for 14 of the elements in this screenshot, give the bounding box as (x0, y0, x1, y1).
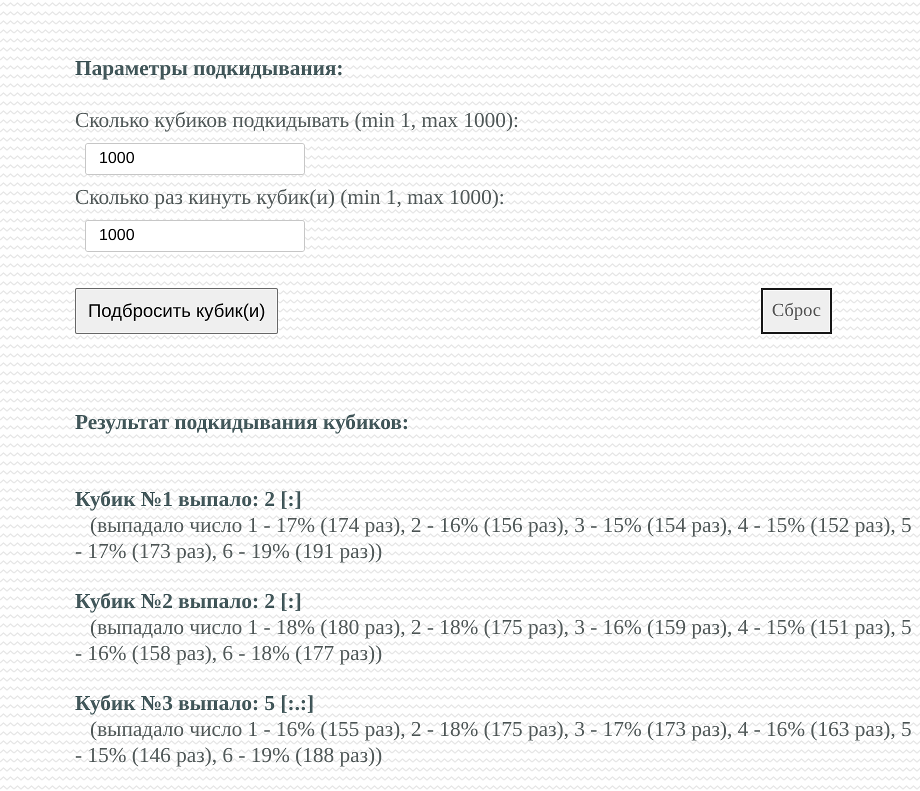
number-input[interactable]: 1000 (85, 220, 305, 252)
field-label: Сколько кубиков подкидывать (min 1, max 1000): (75, 107, 519, 133)
die-result-title: Кубик №2 выпало: 2 [:] (75, 588, 302, 614)
die-statistics-text: (выпадало число 1 - 18% (180 раз), 2 - 18% (175 раз), 3 - 16% (159 раз), 4 - 15% (151 раз), 5 - 16% (158 раз), 6 - 18% (177 раз)) (75, 614, 913, 666)
die-statistics-text: (выпадало число 1 - 17% (174 раз), 2 - 16% (156 раз), 3 - 15% (154 раз), 4 - 15% (152 раз), 5 - 17% (173 раз), 6 - 19% (191 раз)) (75, 512, 913, 564)
die-statistics-text: (выпадало число 1 - 16% (155 раз), 2 - 18% (175 раз), 3 - 17% (173 раз), 4 - 16% (163 раз), 5 - 15% (146 раз), 6 - 19% (188 раз)) (75, 716, 913, 768)
die-result-title: Кубик №3 выпало: 5 [:.:] (75, 690, 314, 716)
reset-button[interactable]: Сброс (760, 288, 832, 334)
die-result-title: Кубик №1 выпало: 2 [:] (75, 486, 302, 512)
throw-dice-button[interactable]: Подбросить кубик(и) (75, 288, 278, 334)
section-heading: Параметры подкидывания: (75, 55, 344, 81)
number-input[interactable]: 1000 (85, 143, 305, 175)
section-heading: Результат подкидывания кубиков: (75, 409, 409, 435)
field-label: Сколько раз кинуть кубик(и) (min 1, max 1000): (75, 184, 505, 210)
